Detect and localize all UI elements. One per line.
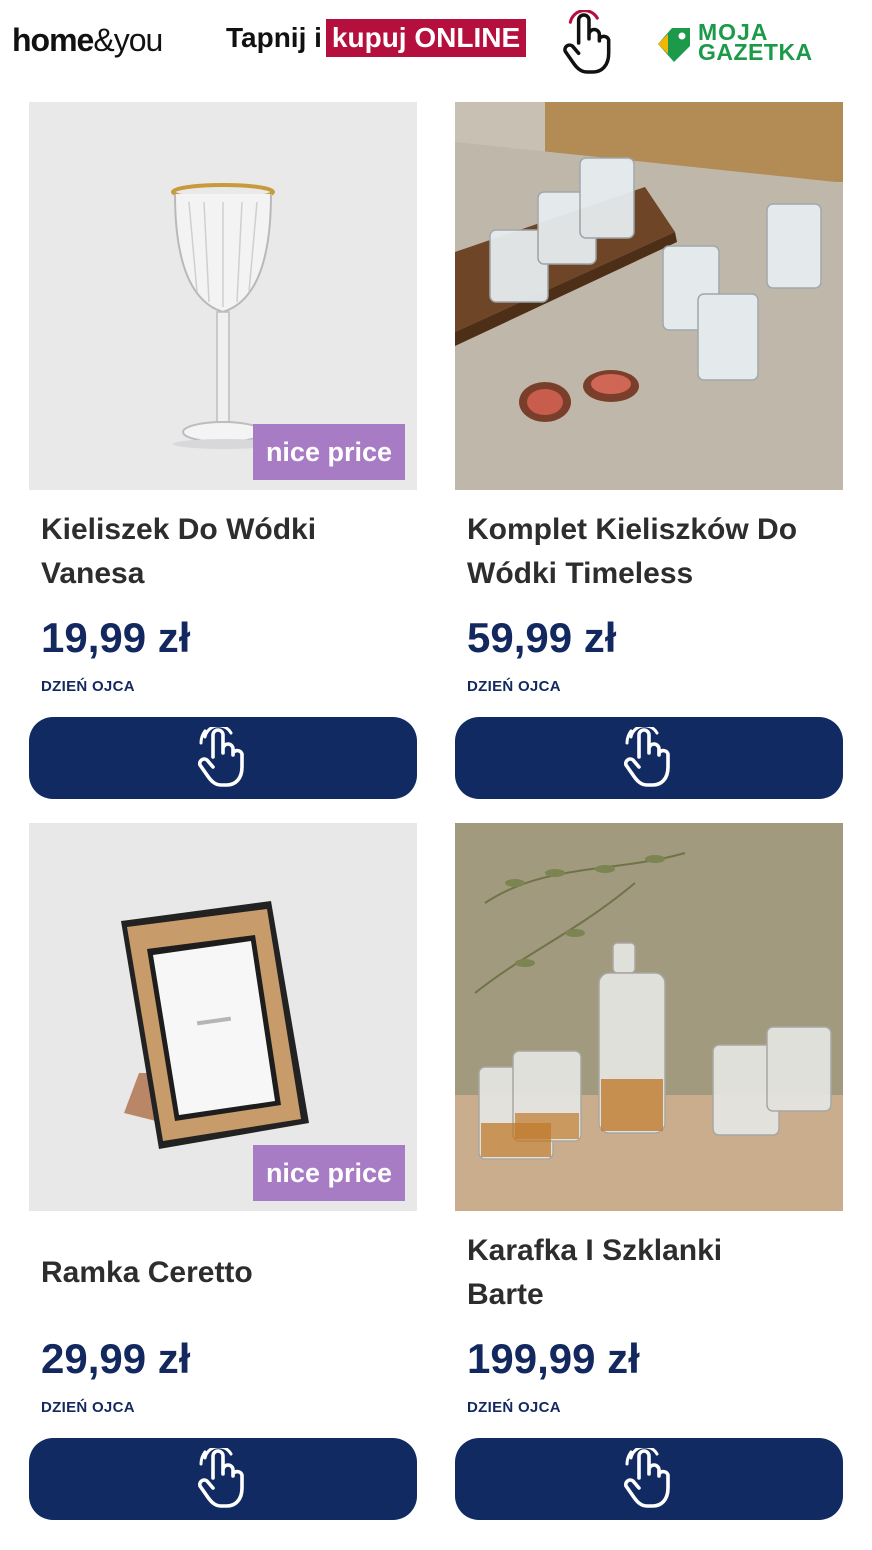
cta-highlight: kupuj ONLINE	[325, 19, 527, 57]
tap-buy-online-banner[interactable]: Tapnij i kupuj ONLINE	[226, 18, 527, 58]
promo-tag: DZIEŃ OJCA	[41, 1399, 135, 1416]
gazetka-text: MOJA GAZETKA	[698, 19, 813, 65]
nice-price-badge: nice price	[252, 1145, 405, 1201]
product-title[interactable]: Karafka I Szklanki Barte	[467, 1229, 837, 1317]
pointer-hand-icon	[195, 1448, 251, 1510]
product-image-decanter-set[interactable]	[455, 823, 843, 1211]
product-title[interactable]: Ramka Ceretto	[41, 1251, 411, 1295]
cta-prefix: Tapnij i	[226, 22, 322, 53]
promo-tag: DZIEŃ OJCA	[467, 678, 561, 695]
pointer-hand-icon	[621, 727, 677, 789]
promo-tag: DZIEŃ OJCA	[467, 1399, 561, 1416]
product-price: 59,99 zł	[467, 614, 617, 661]
pointer-hand-icon	[621, 1448, 677, 1510]
product-price: 199,99 zł	[467, 1335, 640, 1382]
pointer-hand-icon	[195, 727, 251, 789]
product-title[interactable]: Komplet Kieliszków Do Wódki Timeless	[467, 508, 837, 596]
nice-price-badge: nice price	[252, 424, 405, 480]
header: home&you Tapnij i kupuj ONLINE MOJA GAZE…	[0, 0, 872, 90]
product-image-glass-set[interactable]	[455, 102, 843, 490]
product-title[interactable]: Kieliszek Do Wódki Vanesa	[41, 508, 411, 596]
buy-button[interactable]	[455, 717, 843, 799]
product-card-vanesa[interactable]: nice price Kieliszek Do Wódki Vanesa 19,…	[29, 102, 417, 802]
promo-tag: DZIEŃ OJCA	[41, 678, 135, 695]
tap-hand-icon	[563, 10, 611, 74]
price-tag-icon	[658, 28, 690, 62]
product-price: 29,99 zł	[41, 1335, 191, 1382]
product-image-wine-glass[interactable]: nice price	[29, 102, 417, 490]
buy-button[interactable]	[29, 1438, 417, 1520]
home-and-you-logo[interactable]: home&you	[12, 22, 163, 59]
buy-button[interactable]	[455, 1438, 843, 1520]
buy-button[interactable]	[29, 717, 417, 799]
product-image-photo-frame[interactable]: nice price	[29, 823, 417, 1211]
moja-gazetka-logo[interactable]: MOJA GAZETKA	[654, 19, 834, 68]
product-price: 19,99 zł	[41, 614, 191, 661]
product-card-barte[interactable]: Karafka I Szklanki Barte 199,99 zł DZIEŃ…	[455, 823, 843, 1523]
product-card-ceretto[interactable]: nice price Ramka Ceretto 29,99 zł DZIEŃ …	[29, 823, 417, 1523]
product-card-timeless[interactable]: Komplet Kieliszków Do Wódki Timeless 59,…	[455, 102, 843, 802]
